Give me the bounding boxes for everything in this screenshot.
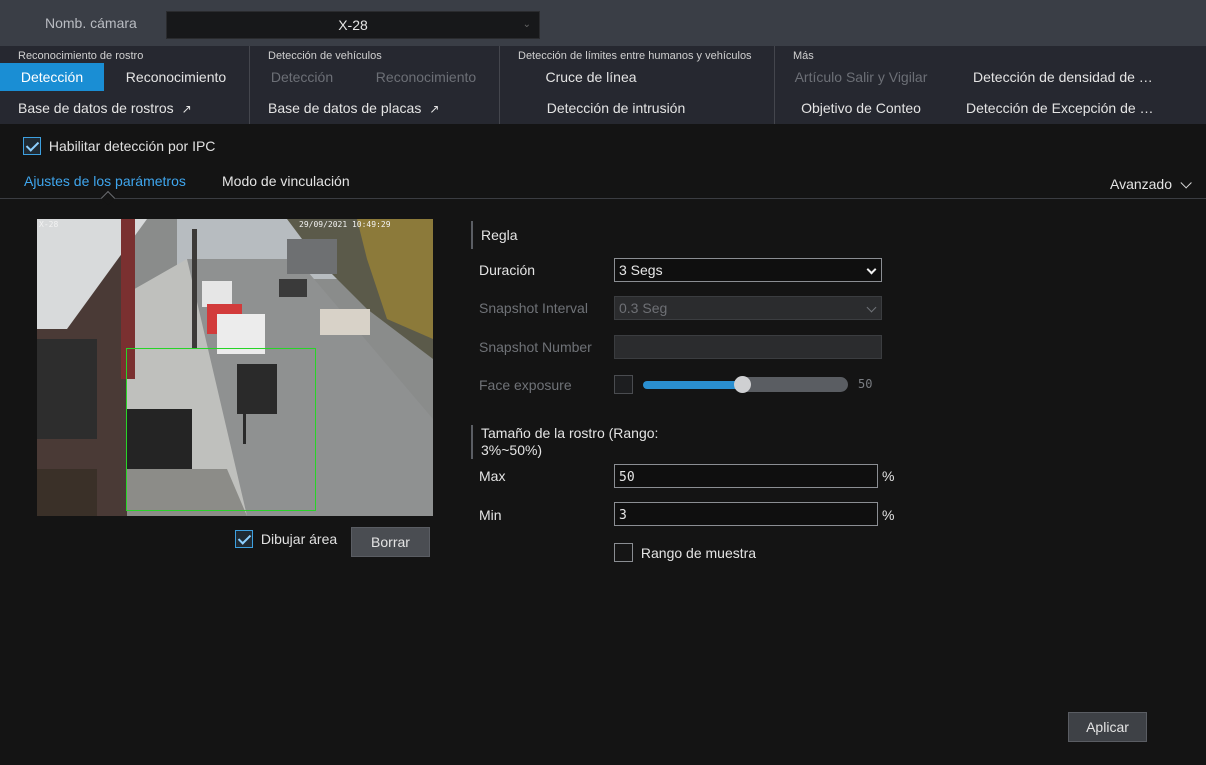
advanced-label: Avanzado — [1109, 176, 1172, 192]
max-label: Max — [479, 468, 506, 484]
min-value: 3 — [619, 508, 627, 523]
tab-vehicle-recognition[interactable]: Reconocimiento — [358, 63, 494, 91]
tab-face-detection[interactable]: Detección — [0, 63, 104, 91]
snapshot-interval-select[interactable]: 0.3 Seg — [614, 296, 882, 320]
rule-section-title: Regla — [471, 221, 518, 249]
max-input[interactable]: 50 — [614, 464, 878, 488]
tab-parameter-settings[interactable]: Ajustes de los parámetros — [24, 173, 186, 189]
sample-range-checkbox[interactable] — [614, 543, 633, 562]
chevron-down-icon — [1180, 177, 1192, 189]
tab-intrusion-detection[interactable]: Detección de intrusión — [500, 94, 732, 122]
chevron-down-icon — [866, 264, 877, 275]
group-title: Más — [793, 50, 814, 62]
camera-select-value: X-28 — [338, 17, 368, 33]
min-label: Min — [479, 507, 502, 523]
clear-button[interactable]: Borrar — [351, 527, 430, 557]
draw-area-label: Dibujar área — [260, 531, 338, 548]
max-value: 50 — [619, 470, 635, 485]
slider-handle[interactable] — [734, 376, 751, 393]
tab-face-recognition[interactable]: Reconocimiento — [108, 63, 244, 91]
sub-tabs: Ajustes de los parámetros Modo de vincul… — [0, 166, 1206, 206]
max-unit: % — [882, 468, 895, 484]
face-size-section-title: Tamaño de la rostro (Rango: 3%~50%) — [471, 425, 658, 459]
group-title: Reconocimiento de rostro — [18, 50, 144, 62]
camera-bar: Nomb. cámara X-28 ⌄ — [0, 0, 1206, 46]
camera-name-label: Nomb. cámara — [45, 15, 137, 31]
draw-area-checkbox[interactable] — [235, 530, 253, 549]
function-tabs: Reconocimiento de rostro Detección Recon… — [0, 46, 1206, 124]
external-link-icon: ↗ — [429, 102, 440, 116]
camera-select[interactable]: X-28 ⌄ — [166, 11, 540, 39]
snapshot-interval-value: 0.3 Seg — [619, 300, 668, 316]
osd-timestamp: 29/09/2021 10:49:29 — [299, 220, 391, 229]
duration-select[interactable]: 3 Segs — [614, 258, 882, 282]
face-size-title-line2: 3%~50%) — [481, 442, 543, 458]
enable-ipc-checkbox[interactable] — [23, 137, 41, 156]
link-plate-database[interactable]: Base de datos de placas ↗ — [268, 94, 439, 122]
chevron-down-icon — [866, 302, 877, 313]
apply-button[interactable]: Aplicar — [1068, 712, 1147, 742]
face-exposure-slider[interactable] — [643, 376, 848, 393]
slider-track-rest — [743, 377, 848, 392]
active-tab-indicator — [100, 190, 116, 206]
face-exposure-label: Face exposure — [479, 377, 572, 393]
enable-ipc-row[interactable]: Habilitar detección por IPC — [23, 137, 216, 156]
group-more: Más Artículo Salir y Vigilar Detección d… — [775, 46, 1206, 124]
tab-line-crossing[interactable]: Cruce de línea — [500, 63, 682, 91]
sample-range-row[interactable]: Rango de muestra — [614, 543, 756, 562]
slider-fill — [643, 381, 743, 389]
snapshot-number-label: Snapshot Number — [479, 339, 592, 355]
group-title: Detección de límites entre humanos y veh… — [518, 50, 752, 62]
snapshot-number-input[interactable] — [614, 335, 882, 359]
group-human-vehicle-boundary: Detección de límites entre humanos y veh… — [500, 46, 775, 124]
enable-ipc-label: Habilitar detección por IPC — [48, 138, 216, 155]
group-vehicle-detection: Detección de vehículos Detección Reconoc… — [250, 46, 500, 124]
camera-preview[interactable]: X-28 29/09/2021 10:49:29 — [37, 219, 433, 516]
chevron-down-icon: ⌄ — [522, 19, 531, 30]
duration-label: Duración — [479, 262, 536, 278]
advanced-toggle[interactable]: Avanzado — [1109, 176, 1192, 192]
min-input[interactable]: 3 — [614, 502, 878, 526]
external-link-icon: ↗ — [181, 102, 192, 116]
group-face-recognition: Reconocimiento de rostro Detección Recon… — [0, 46, 250, 124]
group-title: Detección de vehículos — [268, 50, 382, 62]
tab-target-counting[interactable]: Objetivo de Conteo — [775, 94, 947, 122]
tab-leave-and-watch[interactable]: Artículo Salir y Vigilar — [775, 63, 947, 91]
tab-density-detection[interactable]: Detección de densidad de … — [973, 63, 1153, 91]
snapshot-interval-label: Snapshot Interval — [479, 300, 588, 316]
face-size-title-line1: Tamaño de la rostro (Rango: — [481, 425, 659, 441]
detection-area-box[interactable] — [126, 348, 316, 511]
face-exposure-value: 50 — [858, 377, 873, 391]
tab-exception-detection[interactable]: Detección de Excepción de … — [966, 94, 1154, 122]
tab-vehicle-detection[interactable]: Detección — [250, 63, 354, 91]
min-unit: % — [882, 507, 895, 523]
draw-area-row[interactable]: Dibujar área — [235, 530, 338, 549]
link-face-database[interactable]: Base de datos de rostros ↗ — [18, 94, 192, 122]
duration-value: 3 Segs — [619, 262, 663, 278]
osd-camera-name: X-28 — [39, 220, 59, 229]
tab-linkage-mode[interactable]: Modo de vinculación — [222, 173, 350, 189]
face-exposure-checkbox[interactable] — [614, 375, 633, 394]
sample-range-label: Rango de muestra — [640, 544, 757, 561]
